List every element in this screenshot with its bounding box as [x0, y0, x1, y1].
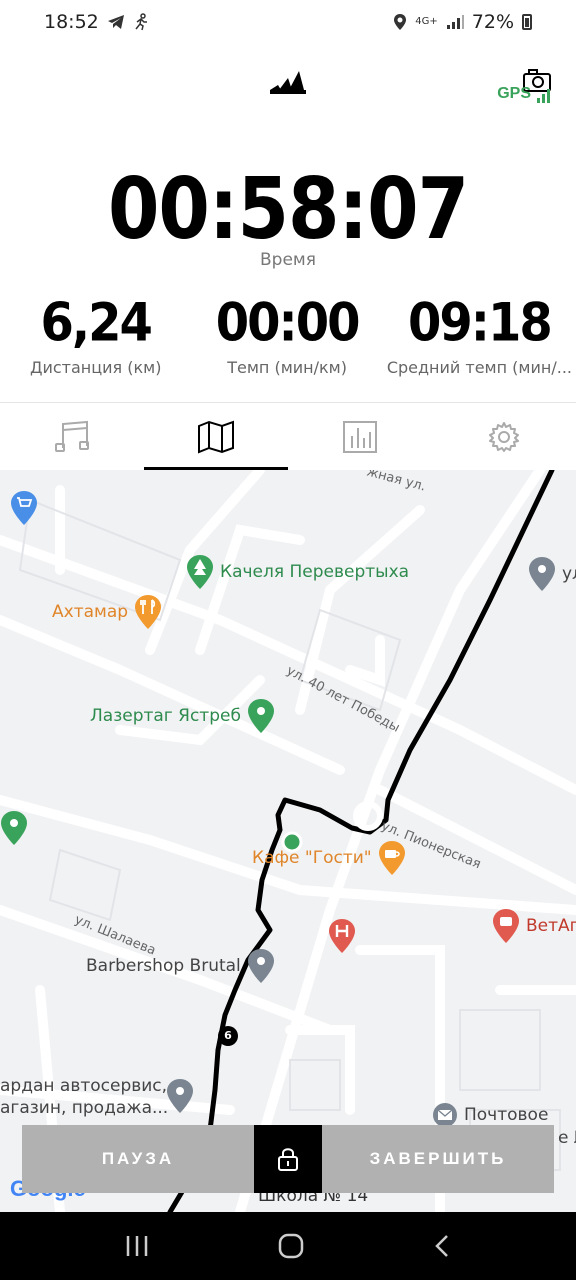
tab-stats[interactable] [288, 403, 432, 470]
stat-value: 6,24 [40, 292, 152, 354]
coffee-pin-icon [378, 841, 405, 875]
workout-controls: ПАУЗА ЗАВЕРШИТЬ [22, 1125, 554, 1193]
route-map[interactable]: жная ул. ул. 40 лет Победы ул. Пионерска… [0, 470, 576, 1212]
poi-restaurant[interactable]: Ахтамар [52, 594, 162, 630]
stat-label: Темп (мин/км) [227, 358, 347, 377]
poi-green-pin[interactable] [0, 810, 28, 850]
poi-name: Почтовое [464, 1105, 549, 1125]
pin-icon [247, 949, 274, 983]
poi-name: агазин, продажа... [0, 1098, 169, 1118]
pin-icon [529, 557, 555, 591]
workout-stats: 6,24 Дистанция (км) 00:00 Темп (мин/км) … [0, 292, 576, 377]
stat-pace: 00:00 Темп (мин/км) [191, 292, 382, 377]
hospital-pin-icon [329, 919, 355, 953]
gps-label: GPS [497, 85, 531, 102]
poi-name: Barbershop Brutal [86, 956, 241, 976]
poi-barbershop[interactable]: Barbershop Brutal [86, 948, 275, 984]
poi-name: ардан автосервис, [0, 1076, 168, 1096]
shopping-cart-pin-icon [11, 491, 37, 525]
pin-icon [167, 1079, 193, 1113]
km-marker-label: 6 [224, 1029, 232, 1042]
workout-duration: 00:58:07 [107, 160, 469, 259]
poi-name: Лазертаг Ястреб [90, 706, 241, 726]
bar-chart-icon [343, 420, 377, 453]
hospital-pin[interactable] [328, 918, 356, 958]
stat-value: 00:00 [215, 292, 361, 354]
fork-knife-pin-icon [135, 595, 162, 629]
poi-cafe[interactable]: Кафе "Гости" [252, 840, 406, 876]
adidas-logo-icon [270, 71, 306, 94]
poi-vet[interactable]: ВетАп [492, 908, 576, 944]
tab-settings[interactable] [432, 403, 576, 470]
stat-label: Средний темп (мин/... [386, 358, 572, 377]
signal-icon [446, 15, 464, 29]
app-header [0, 44, 576, 124]
stat-value: 09:18 [408, 292, 553, 354]
pin-icon [247, 699, 274, 733]
battery-percent: 72% [471, 11, 514, 33]
workout-duration-label: Время [260, 250, 316, 270]
pin-icon [1, 811, 27, 845]
poi-autoservice[interactable]: ардан автосервис, агазин, продажа... [0, 1076, 168, 1118]
gps-signal-icon [537, 89, 550, 103]
network-type: 4G+ [415, 16, 438, 27]
gps-indicator: GPS [497, 85, 550, 103]
music-note-icon [55, 420, 89, 452]
status-time: 18:52 [44, 11, 99, 33]
telegram-icon [107, 15, 124, 29]
map-icon [198, 420, 234, 453]
status-bar: 18:52 4G+ 72% [0, 0, 576, 44]
location-icon [394, 14, 407, 30]
battery-icon [522, 14, 532, 30]
poi-name: Кафе "Гости" [252, 848, 372, 868]
poi-name: Ахтамар [52, 602, 129, 622]
gear-icon [489, 421, 519, 452]
poi-shop-pin[interactable] [10, 490, 38, 530]
lock-icon [278, 1148, 298, 1171]
poi-park[interactable]: Качеля Перевертыха [186, 554, 409, 590]
finish-button[interactable]: ЗАВЕРШИТЬ [322, 1125, 554, 1193]
poi-lasertag[interactable]: Лазертаг Ястреб [90, 698, 275, 734]
autoservice-pin [166, 1078, 194, 1118]
tab-map[interactable] [144, 403, 288, 470]
recent-apps-icon[interactable] [124, 1234, 150, 1258]
poi-name: Качеля Перевертыха [220, 562, 410, 582]
pause-button[interactable]: ПАУЗА [22, 1125, 254, 1193]
stat-label: Дистанция (км) [29, 358, 162, 377]
poi-name: ВетАп [526, 916, 576, 936]
back-icon[interactable] [432, 1233, 452, 1259]
stat-avg-pace: 09:18 Средний темп (мин/... [383, 292, 576, 377]
lock-button[interactable] [254, 1125, 322, 1193]
poi-name: ул [562, 564, 576, 584]
home-icon[interactable] [277, 1232, 305, 1260]
system-nav-bar [0, 1212, 576, 1280]
stat-distance: 6,24 Дистанция (км) [0, 292, 191, 377]
poi-place-right[interactable]: ул [528, 556, 576, 592]
pharmacy-pin-icon [493, 909, 519, 943]
running-icon [135, 13, 147, 31]
tab-music[interactable] [0, 403, 144, 470]
tab-bar [0, 402, 576, 470]
poi-corner-text: е № [558, 1128, 576, 1148]
tree-pin-icon [187, 555, 213, 589]
